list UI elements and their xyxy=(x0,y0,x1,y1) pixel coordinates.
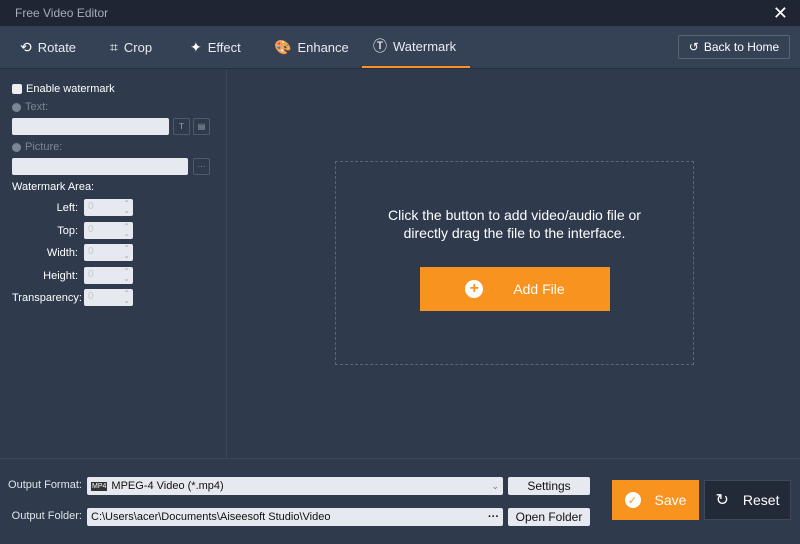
stepper-arrows-icon: ⌃ ⌄ xyxy=(123,199,130,215)
effect-icon: ✦ xyxy=(190,38,202,55)
output-folder-input[interactable]: C:\Users\acer\Documents\Aiseesoft Studio… xyxy=(87,508,503,526)
stepper-arrows-icon: ⌃ ⌄ xyxy=(123,244,130,260)
back-home-label: Back to Home xyxy=(703,40,780,54)
back-icon: ↺ xyxy=(688,40,699,54)
tab-bar: ⟲ Rotate ⌗ Crop ✦ Effect 🎨 Enhance Ⓣ Watermar… xyxy=(0,26,800,69)
chevron-down-icon: ⌄ xyxy=(491,480,499,491)
transparency-label: Transparency: xyxy=(12,292,82,304)
tab-label: Rotate xyxy=(37,39,77,55)
stepper-value: 0 xyxy=(88,201,94,212)
enable-watermark-checkbox[interactable]: Enable watermark xyxy=(12,83,115,95)
checkbox-box xyxy=(12,84,22,94)
reset-label: Reset xyxy=(742,492,780,508)
height-label: Height: xyxy=(43,270,78,282)
left-stepper[interactable]: 0 ⌃ ⌄ xyxy=(84,199,133,216)
width-stepper[interactable]: 0 ⌃ ⌄ xyxy=(84,244,133,261)
text-input[interactable] xyxy=(12,118,169,135)
format-value: MPEG-4 Video (*.mp4) xyxy=(111,480,224,492)
output-format-select[interactable]: MP4 MPEG-4 Video (*.mp4) ⌄ xyxy=(87,477,503,495)
title-bar: Free Video Editor ✕ xyxy=(0,0,800,26)
browse-folder-button[interactable]: ··· xyxy=(488,511,499,523)
tab-label: Enhance xyxy=(297,39,349,55)
save-button[interactable]: ✓ Save xyxy=(612,480,699,520)
output-bar: Output Format: MP4 MPEG-4 Video (*.mp4) ⌄ … xyxy=(0,458,800,544)
tab-label: Crop xyxy=(123,39,153,55)
open-folder-button[interactable]: Open Folder xyxy=(508,508,590,526)
tab-effect[interactable]: ✦ Effect xyxy=(190,26,241,68)
tab-label: Watermark xyxy=(393,38,457,54)
text-style-button[interactable]: ▤ xyxy=(193,118,210,135)
stepper-value: 0 xyxy=(88,246,94,257)
watermark-area-label: Watermark Area: xyxy=(12,181,95,193)
height-stepper[interactable]: 0 ⌃ ⌄ xyxy=(84,267,133,284)
watermark-icon: Ⓣ xyxy=(373,38,387,54)
tab-crop[interactable]: ⌗ Crop xyxy=(110,26,152,68)
output-folder-label: Output Folder: xyxy=(11,510,82,522)
top-stepper[interactable]: 0 ⌃ ⌄ xyxy=(84,222,133,239)
width-label: Width: xyxy=(46,247,78,259)
picture-input[interactable] xyxy=(12,158,188,175)
picture-radio[interactable]: Picture: xyxy=(12,141,62,153)
radio-dot xyxy=(12,142,21,152)
reset-icon: ↻ xyxy=(715,492,729,509)
settings-button[interactable]: Settings xyxy=(508,477,590,495)
browse-picture-button[interactable]: ··· xyxy=(193,158,210,175)
stepper-value: 0 xyxy=(88,269,94,280)
stepper-value: 0 xyxy=(88,291,94,302)
checkbox-label: Enable watermark xyxy=(26,83,115,95)
radio-label: Text: xyxy=(25,101,49,113)
add-file-label: Add File xyxy=(513,281,565,297)
stepper-arrows-icon: ⌃ ⌄ xyxy=(123,222,130,238)
reset-button[interactable]: ↻ Reset xyxy=(704,480,791,520)
back-to-home-button[interactable]: ↺ Back to Home xyxy=(678,35,790,59)
stepper-value: 0 xyxy=(88,224,94,235)
palette-icon: 🎨 xyxy=(274,38,292,55)
text-radio[interactable]: Text: xyxy=(12,101,48,113)
plus-icon: + xyxy=(465,280,484,298)
save-label: Save xyxy=(654,492,687,508)
tab-rotate[interactable]: ⟲ Rotate xyxy=(20,26,76,68)
left-label: Left: xyxy=(56,202,78,214)
top-label: Top: xyxy=(57,225,78,237)
watermark-panel: Enable watermark Text: T ▤ Picture: ··· … xyxy=(0,70,227,458)
stepper-arrows-icon: ⌃ ⌄ xyxy=(123,267,130,283)
crop-icon: ⌗ xyxy=(110,38,118,55)
check-icon: ✓ xyxy=(624,492,641,508)
radio-label: Picture: xyxy=(25,141,63,153)
video-format-icon: MP4 xyxy=(91,481,108,491)
add-file-button[interactable]: + Add File xyxy=(420,267,610,311)
rotate-icon: ⟲ xyxy=(20,38,32,55)
drop-line: directly drag the file to the interface. xyxy=(403,225,626,241)
drop-message: Click the button to add video/audio file… xyxy=(336,206,693,242)
drop-line: Click the button to add video/audio file… xyxy=(388,207,641,223)
drop-zone[interactable]: Click the button to add video/audio file… xyxy=(335,161,694,365)
stepper-arrows-icon: ⌃ ⌄ xyxy=(123,289,130,305)
output-format-label: Output Format: xyxy=(8,479,82,491)
folder-value: C:\Users\acer\Documents\Aiseesoft Studio… xyxy=(91,511,331,523)
tab-label: Effect xyxy=(207,39,241,55)
text-font-button[interactable]: T xyxy=(173,118,190,135)
radio-dot xyxy=(12,102,21,112)
window-title: Free Video Editor xyxy=(15,6,109,20)
close-icon[interactable]: ✕ xyxy=(773,3,788,24)
transparency-stepper[interactable]: 0 ⌃ ⌄ xyxy=(84,289,133,306)
tab-watermark[interactable]: Ⓣ Watermark xyxy=(362,26,470,68)
tab-enhance[interactable]: 🎨 Enhance xyxy=(274,26,349,68)
